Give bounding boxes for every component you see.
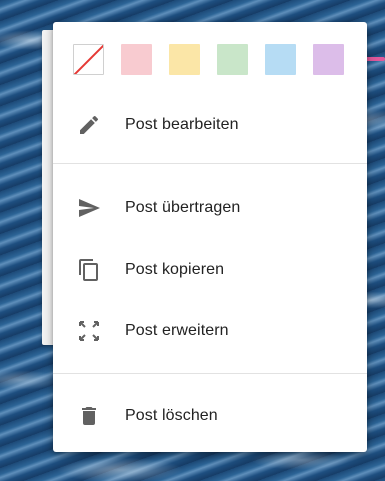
pencil-icon	[75, 111, 103, 139]
color-swatch-red[interactable]	[121, 44, 152, 75]
post-context-menu: Post bearbeiten Post übertragen Post kop…	[53, 22, 367, 452]
color-swatch-green[interactable]	[217, 44, 248, 75]
expand-icon	[75, 317, 103, 345]
trash-icon	[75, 402, 103, 430]
menu-item-label: Post löschen	[125, 407, 218, 424]
menu-item-edit[interactable]: Post bearbeiten	[53, 101, 367, 149]
copy-icon	[75, 256, 103, 284]
menu-item-label: Post kopieren	[125, 261, 225, 278]
menu-item-expand[interactable]: Post erweitern	[53, 307, 367, 355]
color-swatch-row	[73, 44, 344, 75]
menu-item-label: Post erweitern	[125, 322, 229, 339]
color-swatch-blue[interactable]	[265, 44, 296, 75]
menu-item-delete[interactable]: Post löschen	[53, 392, 367, 440]
color-swatch-yellow[interactable]	[169, 44, 200, 75]
color-swatch-purple[interactable]	[313, 44, 344, 75]
color-swatch-none[interactable]	[73, 44, 104, 75]
send-icon	[75, 194, 103, 222]
menu-item-transfer[interactable]: Post übertragen	[53, 184, 367, 232]
menu-divider	[53, 373, 367, 374]
menu-item-label: Post übertragen	[125, 199, 241, 216]
menu-divider	[53, 163, 367, 164]
menu-item-copy[interactable]: Post kopieren	[53, 246, 367, 294]
menu-item-label: Post bearbeiten	[125, 116, 239, 133]
